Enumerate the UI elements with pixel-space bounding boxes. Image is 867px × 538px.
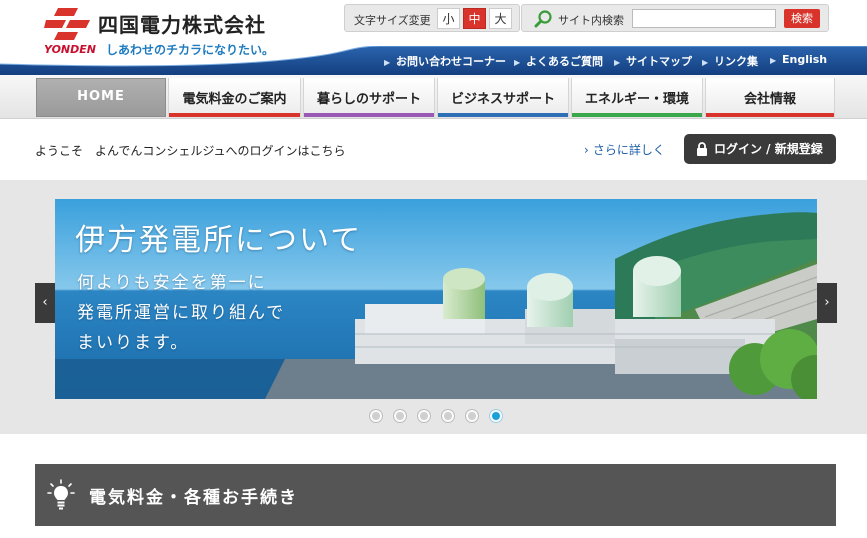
global-nav: HOME 電気料金のご案内 暮らしのサポート ビジネスサポート エネルギー・環境… (0, 75, 867, 119)
nav-color-bar (572, 113, 702, 117)
nav-color-bar (304, 113, 434, 117)
login-register-label: ログイン / 新規登録 (714, 142, 823, 156)
carousel-dot[interactable] (466, 410, 478, 422)
nav-item-label: 電気料金のご案内 (182, 92, 287, 107)
nav-item-label: 暮らしのサポート (316, 92, 421, 107)
search-icon (534, 10, 552, 28)
util-link-links[interactable]: ▶ リンク集 (702, 53, 758, 69)
nav-item-living-support[interactable]: 暮らしのサポート (303, 78, 435, 117)
slide-title: 伊方発電所について (75, 223, 363, 258)
nav-item-label: HOME (77, 89, 125, 104)
arrow-icon: ▶ (384, 58, 391, 67)
util-link-label: リンク集 (714, 55, 758, 68)
util-link-contact[interactable]: ▶ お問い合わせコーナー (384, 53, 506, 69)
slide-text-line: 発電所運営に取り組んで (77, 303, 286, 323)
nav-item-label: エネルギー・環境 (584, 92, 689, 107)
font-size-large-button[interactable]: 大 (489, 8, 512, 29)
lightbulb-icon (47, 479, 75, 510)
util-link-label: サイトマップ (626, 55, 692, 68)
slide-text-line: まいります。 (77, 333, 190, 353)
util-link-label: お問い合わせコーナー (396, 55, 506, 68)
font-size-medium-button[interactable]: 中 (463, 8, 486, 29)
section-header-rates-procedures[interactable]: 電気料金・各種お手続き (35, 464, 836, 526)
font-size-label: 文字サイズ変更 (354, 14, 431, 27)
more-details-link[interactable]: › さらに詳しく (584, 141, 665, 158)
chevron-left-icon: ‹ (42, 295, 48, 310)
search-button[interactable]: 検索 (784, 9, 820, 28)
login-bar: ようこそ よんでんコンシェルジュへのログインはこちら › さらに詳しく ログイン … (0, 120, 867, 178)
carousel-dot-active[interactable] (490, 410, 502, 422)
more-details-label: さらに詳しく (592, 143, 665, 157)
arrow-icon: ▶ (614, 58, 621, 67)
carousel-dot[interactable] (370, 410, 382, 422)
slide-text-line: 何よりも安全を第一に (77, 273, 267, 293)
nav-item-electricity-rates[interactable]: 電気料金のご案内 (168, 78, 301, 117)
util-link-label: よくあるご質問 (526, 55, 603, 68)
search-input[interactable] (632, 9, 776, 28)
util-link-faq[interactable]: ▶ よくあるご質問 (514, 53, 603, 69)
carousel-dot[interactable] (418, 410, 430, 422)
nav-item-business-support[interactable]: ビジネスサポート (437, 78, 569, 117)
arrow-icon: ▶ (514, 58, 521, 67)
chevron-right-icon: › (824, 295, 830, 310)
welcome-message: ようこそ よんでんコンシェルジュへのログインはこちら (35, 144, 346, 158)
nav-color-bar (169, 113, 300, 117)
arrow-icon: ▶ (702, 58, 709, 67)
carousel-prev-button[interactable]: ‹ (35, 283, 55, 323)
chevron-right-icon: › (584, 143, 589, 157)
nav-item-label: 会社情報 (743, 92, 796, 107)
nav-item-company-info[interactable]: 会社情報 (705, 78, 835, 117)
nav-item-energy-environment[interactable]: エネルギー・環境 (571, 78, 703, 117)
carousel-dot[interactable] (394, 410, 406, 422)
font-size-small-button[interactable]: 小 (437, 8, 460, 29)
company-name: 四国電力株式会社 (98, 13, 266, 37)
nav-color-bar (706, 113, 834, 117)
nav-color-bar (438, 113, 568, 117)
util-link-sitemap[interactable]: ▶ サイトマップ (614, 53, 692, 69)
util-link-english[interactable]: ▶ English (770, 53, 827, 66)
site-header: 四国電力株式会社 YONDEN しあわせのチカラになりたい。 文字サイズ変更 小… (0, 0, 867, 75)
search-label: サイト内検索 (558, 14, 624, 27)
carousel-next-button[interactable]: › (817, 283, 837, 323)
lock-icon (697, 142, 707, 156)
site-search: サイト内検索 検索 (521, 4, 829, 32)
arrow-icon: ▶ (770, 56, 777, 65)
carousel-dot[interactable] (442, 410, 454, 422)
hero-carousel: 伊方発電所について 何よりも安全を第一に 発電所運営に取り組んで まいります。 … (0, 180, 867, 434)
login-register-button[interactable]: ログイン / 新規登録 (684, 134, 836, 164)
yonden-logo-icon (44, 8, 90, 40)
font-size-control: 文字サイズ変更 小 中 大 (344, 4, 520, 32)
nav-item-label: ビジネスサポート (450, 92, 555, 107)
util-link-label: English (782, 53, 828, 66)
section-title: 電気料金・各種お手続き (89, 488, 298, 508)
utility-nav: ▶ お問い合わせコーナー ▶ よくあるご質問 ▶ サイトマップ ▶ リンク集 ▶ Engl… (0, 46, 867, 75)
carousel-slide[interactable]: 伊方発電所について 何よりも安全を第一に 発電所運営に取り組んで まいります。 (55, 199, 817, 399)
nav-item-home[interactable]: HOME (36, 78, 166, 117)
